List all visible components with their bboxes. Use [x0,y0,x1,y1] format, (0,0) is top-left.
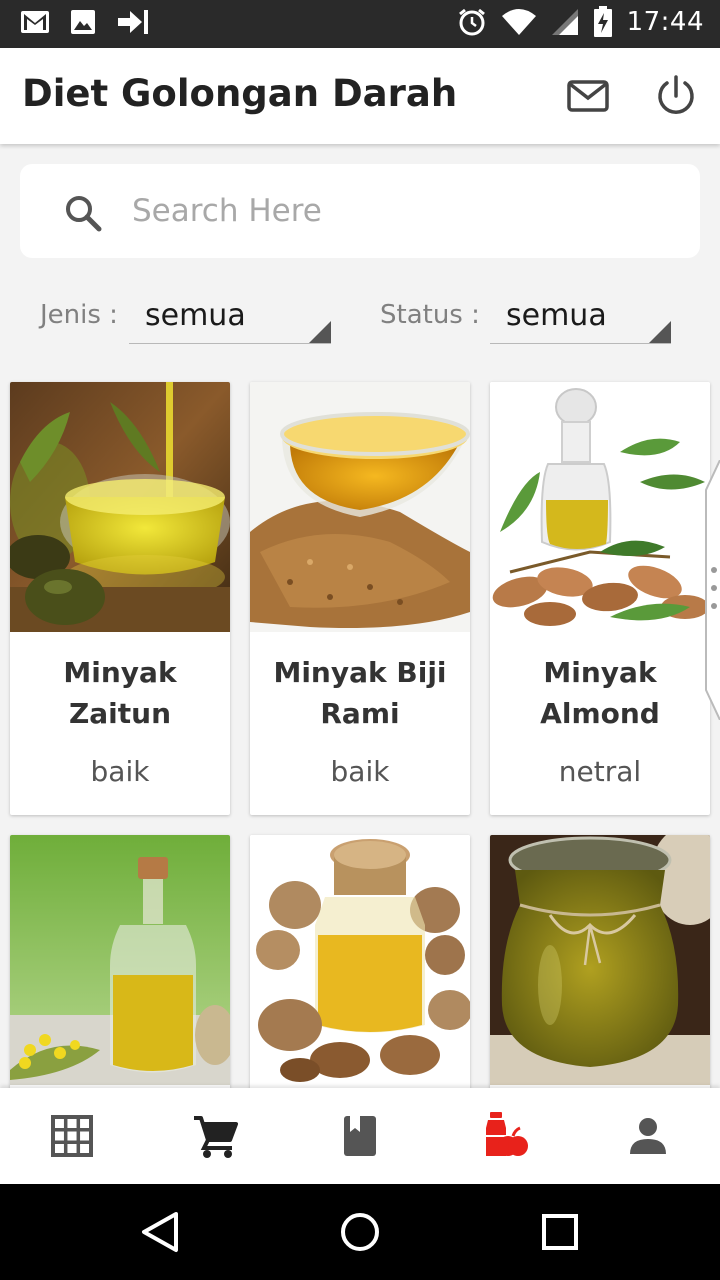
food-status: baik [90,755,150,788]
jenis-filter-select[interactable]: semua [129,296,331,344]
jenis-filter-value: semua [145,298,246,333]
cart-icon [194,1116,238,1158]
mail-icon [567,80,609,112]
page-title: Diet Golongan Darah [22,72,458,115]
food-image [250,835,470,1085]
food-card[interactable] [250,835,470,1088]
recents-square-icon [542,1214,578,1250]
clock-time: 17:44 [626,7,704,37]
bottom-navigation [0,1088,720,1184]
food-card[interactable] [10,835,230,1088]
back-triangle-icon [142,1212,178,1252]
alarm-icon [458,8,485,36]
gmail-icon [21,11,49,33]
logout-button[interactable] [652,72,700,120]
search-input[interactable] [132,188,672,234]
grid-icon [51,1115,93,1157]
battery-charging-icon [593,6,612,37]
food-status: netral [558,755,642,788]
nav-food-button[interactable] [480,1112,528,1160]
status-filter-select[interactable]: semua [490,296,671,344]
food-card[interactable]: Minyak Zaitun baik [10,382,230,815]
food-card[interactable] [490,835,710,1088]
wifi-icon [501,9,536,35]
food-image [490,835,710,1085]
food-icon [486,1112,528,1156]
status-filter-value: semua [506,298,607,333]
food-name: Minyak Almond [540,656,660,730]
food-card[interactable]: Minyak Biji Rami baik [250,382,470,815]
food-status: baik [330,755,390,788]
recents-button[interactable] [538,1210,582,1254]
signin-arrow-icon [118,10,148,34]
jenis-filter-label: Jenis : [40,300,118,330]
book-icon [344,1116,376,1156]
food-image [250,382,470,632]
search-bar [20,164,700,258]
content-area: Jenis : semua Status : semua [0,144,720,1088]
food-name: Minyak Zaitun [63,656,177,730]
home-circle-icon [341,1213,379,1251]
nav-grid-button[interactable] [48,1112,96,1160]
mail-button[interactable] [566,76,610,116]
system-navigation [0,1184,720,1280]
food-image [10,835,230,1085]
status-filter-label: Status : [380,300,480,330]
dropdown-arrow-icon [649,321,671,343]
back-button[interactable] [138,1210,182,1254]
drawer-handle[interactable] [704,460,720,720]
food-image [10,382,230,632]
food-name: Minyak Biji Rami [273,656,447,730]
nav-cart-button[interactable] [192,1112,240,1160]
app-bar: Diet Golongan Darah [0,48,720,144]
food-image [490,382,710,632]
image-icon [71,10,95,34]
status-bar: 17:44 [0,0,720,48]
power-icon [658,75,694,114]
food-card[interactable]: Minyak Almond netral [490,382,710,815]
search-icon [66,196,102,232]
nav-book-button[interactable] [336,1112,384,1160]
home-button[interactable] [338,1210,382,1254]
signal-icon [551,9,578,35]
dropdown-arrow-icon [309,321,331,343]
nav-profile-button[interactable] [624,1112,672,1160]
person-icon [630,1118,666,1154]
